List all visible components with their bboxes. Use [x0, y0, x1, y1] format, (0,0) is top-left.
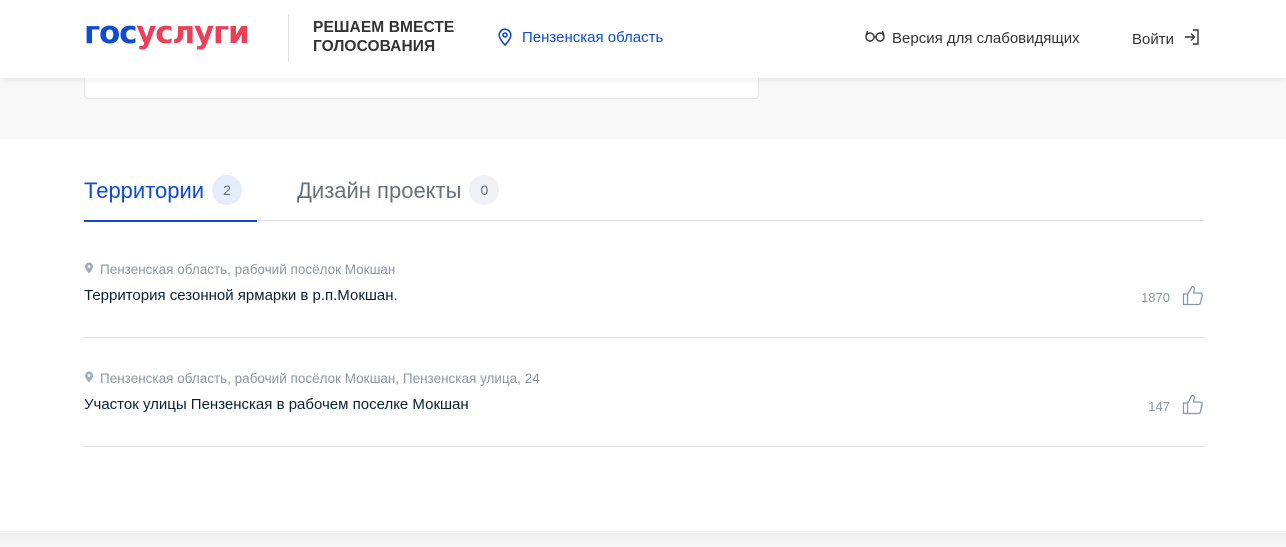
list-item[interactable]: Пензенская область, рабочий посёлок Мокш… [84, 338, 1204, 447]
slogan-line-2: ГОЛОСОВАНИЯ [313, 38, 436, 55]
location-pin-icon [84, 262, 94, 277]
site-header: госуслуги РЕШАЕМ ВМЕСТЕ ГОЛОСОВАНИЯ Пенз… [0, 0, 1286, 78]
item-title[interactable]: Территория сезонной ярмарки в р.п.Мокшан… [84, 287, 398, 304]
gosuslugi-logo[interactable]: госуслуги [84, 15, 250, 51]
item-address-text: Пензенская область, рабочий посёлок Мокш… [100, 371, 540, 386]
login-button[interactable]: Войти [1132, 28, 1201, 50]
thumbs-up-icon[interactable] [1182, 285, 1204, 309]
slogan-line-1: РЕШАЕМ ВМЕСТЕ [313, 19, 455, 36]
vision-label: Версия для слабовидящих [892, 29, 1080, 47]
accessibility-version-link[interactable]: Версия для слабовидящих [865, 29, 1080, 47]
tab-design-projects-label: Дизайн проекты [297, 178, 462, 203]
vote-counter: 147 [1148, 394, 1204, 418]
tab-territories-count: 2 [212, 175, 243, 205]
location-pin-icon [84, 371, 94, 386]
logo-part-uslugi: услуги [136, 15, 249, 51]
location-pin-icon [497, 28, 513, 46]
header-divider [288, 14, 289, 62]
item-address-text: Пензенская область, рабочий посёлок Мокш… [100, 262, 396, 277]
thumbs-up-icon[interactable] [1182, 394, 1204, 418]
footer-edge [0, 531, 1286, 547]
tabs-bar: Территории 2 Дизайн проекты 0 [84, 166, 1204, 222]
item-address: Пензенская область, рабочий посёлок Мокш… [84, 262, 395, 277]
item-address: Пензенская область, рабочий посёлок Мокш… [84, 371, 540, 386]
glasses-icon [865, 29, 885, 47]
service-slogan[interactable]: РЕШАЕМ ВМЕСТЕ ГОЛОСОВАНИЯ [313, 18, 454, 56]
tab-territories[interactable]: Территории 2 [84, 175, 257, 222]
vote-count: 1870 [1141, 289, 1170, 305]
region-selector[interactable]: Пензенская область [497, 28, 663, 46]
logo-part-gos: гос [84, 15, 137, 51]
tab-design-projects[interactable]: Дизайн проекты 0 [297, 175, 500, 221]
sign-in-icon [1183, 28, 1201, 50]
vote-counter: 1870 [1141, 285, 1204, 309]
vote-count: 147 [1148, 398, 1170, 414]
item-title[interactable]: Участок улицы Пензенская в рабочем посел… [84, 396, 469, 413]
list-item[interactable]: Пензенская область, рабочий посёлок Мокш… [84, 229, 1204, 338]
tab-territories-label: Территории [84, 178, 205, 203]
login-label: Войти [1132, 30, 1174, 48]
region-label: Пензенская область [522, 28, 664, 46]
tab-design-projects-count: 0 [469, 175, 500, 205]
